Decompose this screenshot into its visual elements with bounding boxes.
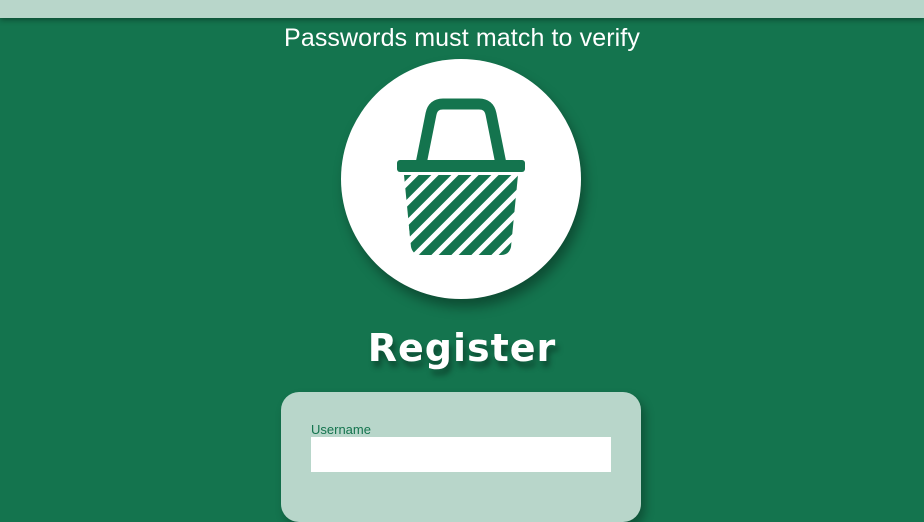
username-input[interactable]	[311, 437, 611, 472]
logo	[341, 59, 581, 299]
basket-icon	[397, 98, 525, 255]
page-title: Register	[367, 326, 557, 370]
register-form: Username	[281, 392, 641, 522]
username-label: Username	[311, 422, 371, 437]
top-bar	[0, 0, 924, 18]
password-hint: Passwords must match to verify	[284, 24, 640, 52]
